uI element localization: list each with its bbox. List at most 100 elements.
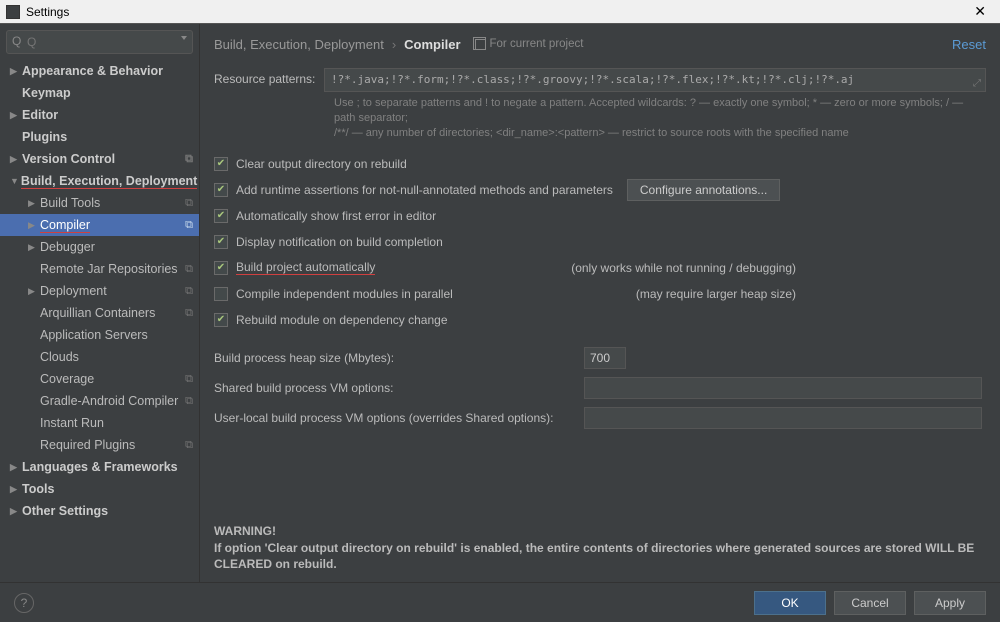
checkbox-c2[interactable] xyxy=(214,183,228,197)
cancel-button[interactable]: Cancel xyxy=(834,591,906,615)
sidebar-item-clouds[interactable]: Clouds xyxy=(0,346,199,368)
sidebar-item-label: Build, Execution, Deployment xyxy=(21,174,197,189)
sidebar-item-debugger[interactable]: ▶Debugger xyxy=(0,236,199,258)
checkbox-c7[interactable] xyxy=(214,313,228,327)
sidebar-item-label: Instant Run xyxy=(40,416,104,430)
resource-patterns-input[interactable]: !?*.java;!?*.form;!?*.class;!?*.groovy;!… xyxy=(324,68,986,92)
sidebar-item-deployment[interactable]: ▶Deployment⧉ xyxy=(0,280,199,302)
sidebar-item-label: Version Control xyxy=(22,152,115,166)
warning-block: WARNING! If option 'Clear output directo… xyxy=(214,499,986,582)
breadcrumb: Build, Execution, Deployment › Compiler … xyxy=(214,24,986,64)
tree-arrow-icon: ▶ xyxy=(28,220,38,231)
close-icon[interactable]: ✕ xyxy=(966,3,994,20)
tree-arrow-icon: ▶ xyxy=(10,506,20,517)
sidebar: Q ▶Appearance & BehaviorKeymap▶EditorPlu… xyxy=(0,24,200,582)
sidebar-item-languages-frameworks[interactable]: ▶Languages & Frameworks xyxy=(0,456,199,478)
sidebar-item-label: Remote Jar Repositories xyxy=(40,262,178,276)
tree-arrow-icon: ▼ xyxy=(10,176,19,186)
search-input[interactable] xyxy=(6,30,193,54)
sidebar-item-build-execution-deployment[interactable]: ▼Build, Execution, Deployment xyxy=(0,170,199,192)
reset-link[interactable]: Reset xyxy=(952,37,986,52)
sidebar-item-label: Gradle-Android Compiler xyxy=(40,394,178,408)
apply-button[interactable]: Apply xyxy=(914,591,986,615)
checkbox-c3[interactable] xyxy=(214,209,228,223)
sidebar-item-label: Debugger xyxy=(40,240,95,254)
project-scope-icon: ⧉ xyxy=(185,439,193,452)
project-scope-icon xyxy=(475,39,486,50)
checkbox-c5[interactable] xyxy=(214,261,228,275)
sidebar-item-application-servers[interactable]: Application Servers xyxy=(0,324,199,346)
chevron-down-icon[interactable] xyxy=(181,36,187,40)
sidebar-item-arquillian-containers[interactable]: Arquillian Containers⧉ xyxy=(0,302,199,324)
tree-arrow-icon: ▶ xyxy=(10,484,20,495)
tree-arrow-icon: ▶ xyxy=(10,462,20,473)
sidebar-item-editor[interactable]: ▶Editor xyxy=(0,104,199,126)
hint-line-1: Use ; to separate patterns and ! to nega… xyxy=(334,97,963,124)
checkbox-side-note: (only works while not running / debuggin… xyxy=(571,261,986,275)
sidebar-item-required-plugins[interactable]: Required Plugins⧉ xyxy=(0,434,199,456)
sidebar-item-gradle-android-compiler[interactable]: Gradle-Android Compiler ⧉ xyxy=(0,390,199,412)
sidebar-item-build-tools[interactable]: ▶Build Tools⧉ xyxy=(0,192,199,214)
project-scope-icon: ⧉ xyxy=(185,307,193,320)
checkbox-row-c7: Rebuild module on dependency change xyxy=(214,307,986,333)
sidebar-item-label: Application Servers xyxy=(40,328,148,342)
checkbox-c6[interactable] xyxy=(214,287,228,301)
sidebar-item-version-control[interactable]: ▶Version Control⧉ xyxy=(0,148,199,170)
sidebar-item-instant-run[interactable]: Instant Run xyxy=(0,412,199,434)
checkbox-label[interactable]: Rebuild module on dependency change xyxy=(236,313,448,327)
resource-patterns-label: Resource patterns: xyxy=(214,68,324,86)
checkbox-row-c1: Clear output directory on rebuild xyxy=(214,151,986,177)
app-icon xyxy=(6,5,20,19)
sidebar-item-label: Compiler xyxy=(40,218,90,233)
titlebar: Settings ✕ xyxy=(0,0,1000,24)
breadcrumb-parent[interactable]: Build, Execution, Deployment xyxy=(214,37,384,52)
expand-icon[interactable]: ⤢ xyxy=(973,78,981,89)
checkbox-label[interactable]: Add runtime assertions for not-null-anno… xyxy=(236,183,613,197)
checkbox-row-c5: Build project automatically (only works w… xyxy=(214,255,986,281)
checkbox-label[interactable]: Clear output directory on rebuild xyxy=(236,157,407,171)
checkbox-side-note: (may require larger heap size) xyxy=(636,287,986,301)
project-scope-icon: ⧉ xyxy=(185,395,193,408)
sidebar-item-plugins[interactable]: Plugins xyxy=(0,126,199,148)
project-scope-icon: ⧉ xyxy=(185,263,193,276)
sidebar-item-other-settings[interactable]: ▶Other Settings xyxy=(0,500,199,522)
tree-arrow-icon: ▶ xyxy=(10,154,20,165)
checkbox-label[interactable]: Build project automatically xyxy=(236,260,375,275)
checkbox-label[interactable]: Automatically show first error in editor xyxy=(236,209,436,223)
resource-patterns-value: !?*.java;!?*.form;!?*.class;!?*.groovy;!… xyxy=(331,73,854,86)
tree-arrow-icon: ▶ xyxy=(28,242,38,253)
shared-vm-input[interactable] xyxy=(584,377,982,399)
configure-annotations-button[interactable]: Configure annotations... xyxy=(627,179,780,201)
user-vm-input[interactable] xyxy=(584,407,982,429)
help-icon[interactable]: ? xyxy=(14,593,34,613)
checkbox-label[interactable]: Display notification on build completion xyxy=(236,235,443,249)
dialog-footer: ? OK Cancel Apply xyxy=(0,582,1000,622)
checkbox-row-c3: Automatically show first error in editor xyxy=(214,203,986,229)
checkbox-label[interactable]: Compile independent modules in parallel xyxy=(236,287,453,301)
shared-vm-label: Shared build process VM options: xyxy=(214,381,584,395)
sidebar-item-compiler[interactable]: ▶Compiler⧉ xyxy=(0,214,199,236)
hint-line-2: /**/ — any number of directories; <dir_n… xyxy=(334,127,849,139)
for-project-label: For current project xyxy=(490,38,584,50)
sidebar-item-keymap[interactable]: Keymap xyxy=(0,82,199,104)
settings-tree: ▶Appearance & BehaviorKeymap▶EditorPlugi… xyxy=(0,60,199,582)
project-scope-icon: ⧉ xyxy=(185,197,193,210)
sidebar-item-label: Languages & Frameworks xyxy=(22,460,178,474)
search-icon: Q xyxy=(12,34,21,48)
sidebar-item-coverage[interactable]: Coverage⧉ xyxy=(0,368,199,390)
sidebar-item-tools[interactable]: ▶Tools xyxy=(0,478,199,500)
warning-title: WARNING! xyxy=(214,524,276,538)
sidebar-item-remote-jar-repositories[interactable]: Remote Jar Repositories ⧉ xyxy=(0,258,199,280)
sidebar-item-label: Build Tools xyxy=(40,196,100,210)
sidebar-item-appearance-behavior[interactable]: ▶Appearance & Behavior xyxy=(0,60,199,82)
sidebar-item-label: Appearance & Behavior xyxy=(22,64,163,78)
heap-size-input[interactable] xyxy=(584,347,626,369)
checkbox-c4[interactable] xyxy=(214,235,228,249)
heap-size-label: Build process heap size (Mbytes): xyxy=(214,351,584,365)
tree-arrow-icon: ▶ xyxy=(28,286,38,297)
checkbox-c1[interactable] xyxy=(214,157,228,171)
user-vm-label: User-local build process VM options (ove… xyxy=(214,411,584,425)
checkbox-row-c2: Add runtime assertions for not-null-anno… xyxy=(214,177,986,203)
sidebar-item-label: Deployment xyxy=(40,284,107,298)
ok-button[interactable]: OK xyxy=(754,591,826,615)
